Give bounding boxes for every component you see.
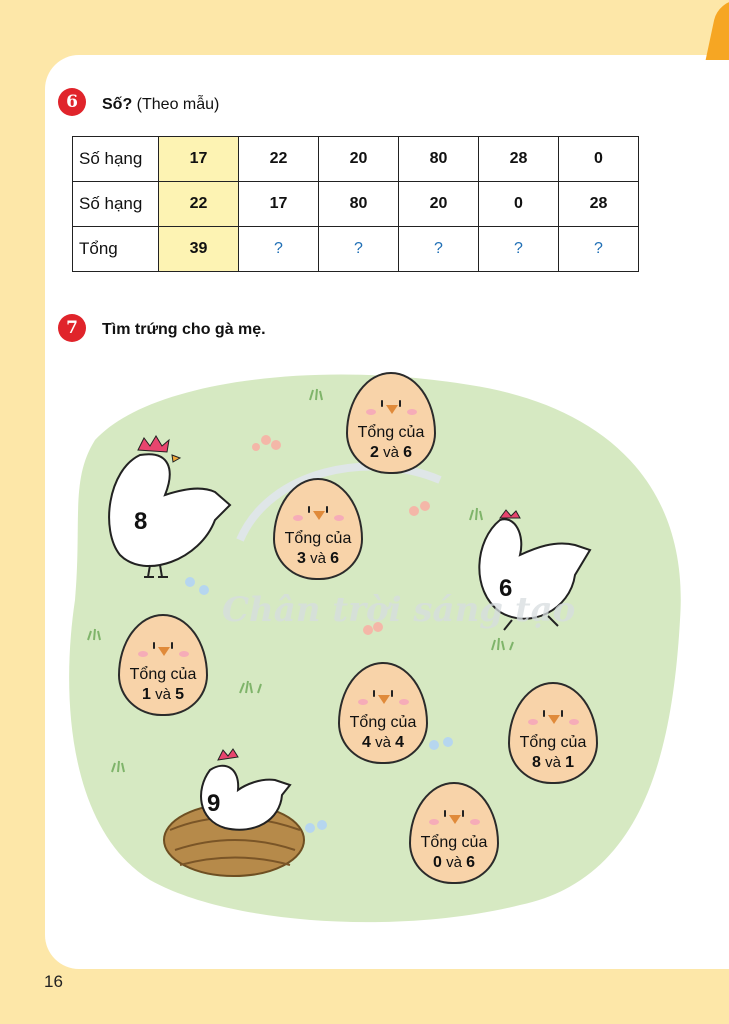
eye-icon <box>308 506 310 513</box>
egg-label: Tổng của <box>284 530 352 547</box>
cheek-icon <box>366 409 376 415</box>
eye-icon <box>444 810 446 817</box>
egg-label: Tổng của <box>129 666 197 683</box>
eye-icon <box>381 400 383 407</box>
eye-icon <box>326 506 328 513</box>
egg-label: Tổng của <box>349 714 417 731</box>
egg-operand-a: 3 <box>297 550 306 567</box>
egg-operand-a: 0 <box>433 854 442 871</box>
beak-icon <box>313 511 325 520</box>
egg-and: và <box>310 550 326 567</box>
hen-number-label: 9 <box>207 790 221 817</box>
egg-label: Tổng của <box>420 834 488 851</box>
egg-card[interactable]: Tổng của 1 và 5 <box>118 614 208 716</box>
egg-operands: 3 và 6 <box>273 550 363 568</box>
cheek-icon <box>138 651 148 657</box>
egg-label: Tổng của <box>357 424 425 441</box>
egg-label: Tổng của <box>519 734 587 751</box>
cheek-icon <box>429 819 439 825</box>
egg-operands: 1 và 5 <box>118 686 208 704</box>
egg-operands: 4 và 4 <box>338 734 428 752</box>
hen-number-label: 6 <box>499 575 513 602</box>
egg-operand-a: 4 <box>362 734 371 751</box>
egg-and: và <box>545 754 561 771</box>
cheek-icon <box>293 515 303 521</box>
meadow-illustration <box>69 374 681 923</box>
eye-icon <box>373 690 375 697</box>
egg-card[interactable]: Tổng của 8 và 1 <box>508 682 598 784</box>
cheek-icon <box>399 699 409 705</box>
eye-icon <box>153 642 155 649</box>
egg-operands: 0 và 6 <box>409 854 499 872</box>
egg-card[interactable]: Tổng của 4 và 4 <box>338 662 428 764</box>
egg-operands: 8 và 1 <box>508 754 598 772</box>
cheek-icon <box>179 651 189 657</box>
cheek-icon <box>528 719 538 725</box>
cheek-icon <box>334 515 344 521</box>
cheek-icon <box>407 409 417 415</box>
publisher-watermark: Chân trời sáng tạo <box>222 590 576 630</box>
beak-icon <box>548 715 560 724</box>
beak-icon <box>386 405 398 414</box>
eye-icon <box>462 810 464 817</box>
egg-operand-a: 1 <box>142 686 151 703</box>
beak-icon <box>449 815 461 824</box>
cheek-icon <box>358 699 368 705</box>
cheek-icon <box>569 719 579 725</box>
eye-icon <box>399 400 401 407</box>
egg-card[interactable]: Tổng của 3 và 6 <box>273 478 363 580</box>
egg-operands: 2 và 6 <box>346 444 436 462</box>
beak-icon <box>158 647 170 656</box>
cheek-icon <box>470 819 480 825</box>
egg-and: và <box>375 734 391 751</box>
egg-operand-b: 6 <box>466 854 475 871</box>
egg-operand-a: 2 <box>370 444 379 461</box>
egg-operand-b: 1 <box>565 754 574 771</box>
beak-icon <box>378 695 390 704</box>
egg-card[interactable]: Tổng của 0 và 6 <box>409 782 499 884</box>
egg-and: và <box>155 686 171 703</box>
egg-operand-b: 4 <box>395 734 404 751</box>
egg-and: và <box>383 444 399 461</box>
eye-icon <box>561 710 563 717</box>
page-number: 16 <box>44 972 63 991</box>
egg-and: và <box>446 854 462 871</box>
egg-operand-b: 6 <box>403 444 412 461</box>
eye-icon <box>543 710 545 717</box>
egg-operand-a: 8 <box>532 754 541 771</box>
egg-operand-b: 6 <box>330 550 339 567</box>
eye-icon <box>171 642 173 649</box>
egg-operand-b: 5 <box>175 686 184 703</box>
egg-card[interactable]: Tổng của 2 và 6 <box>346 372 436 474</box>
eye-icon <box>391 690 393 697</box>
hen-number-label: 8 <box>134 508 148 535</box>
